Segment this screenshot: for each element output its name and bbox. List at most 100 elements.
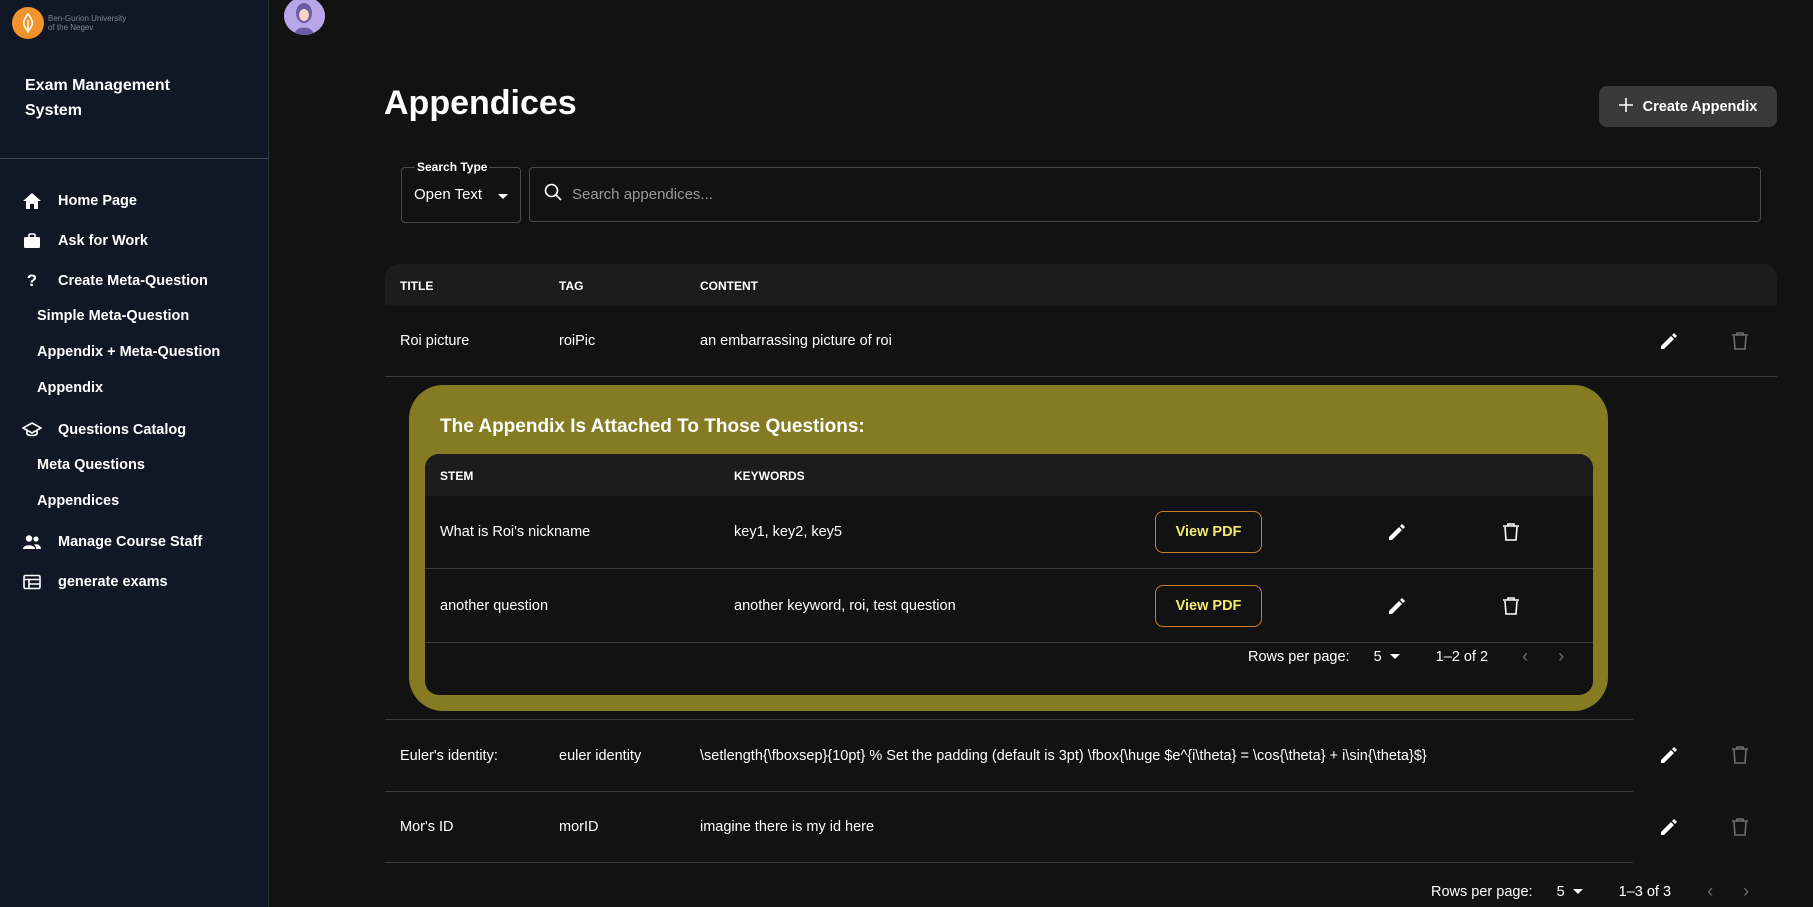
search-type-select[interactable]: Search Type Open Text [401, 160, 521, 223]
people-icon [22, 532, 42, 552]
row-divider [385, 376, 1777, 377]
column-header-stem[interactable]: STEM [440, 469, 473, 483]
row-divider [385, 862, 1633, 863]
column-header-keywords[interactable]: KEYWORDS [734, 469, 805, 483]
sidebar-item-label: Questions Catalog [58, 422, 187, 438]
row-tag: roiPic [559, 333, 596, 349]
edit-icon[interactable] [1655, 327, 1683, 355]
page-title: Appendices [384, 84, 577, 122]
rows-per-page-select[interactable]: 5 [1557, 884, 1583, 900]
delete-icon[interactable] [1726, 741, 1754, 769]
view-pdf-button[interactable]: View PDF [1155, 585, 1262, 627]
graduation-cap-icon [22, 420, 42, 440]
table-row[interactable]: Mor's ID morID imagine there is my id he… [385, 792, 1777, 862]
caret-down-icon [1389, 654, 1400, 659]
previous-page-icon[interactable]: ‹ [1707, 881, 1713, 902]
column-header-title[interactable]: TITLE [400, 279, 433, 293]
search-icon [544, 183, 562, 206]
rows-per-page-value: 5 [1373, 648, 1382, 665]
table-row[interactable]: Roi picture roiPic an embarrassing pictu… [385, 306, 1777, 376]
table-row[interactable]: Euler's identity: euler identity \setlen… [385, 720, 1777, 791]
create-appendix-button[interactable]: Create Appendix [1599, 86, 1777, 127]
user-avatar[interactable] [284, 0, 325, 35]
university-logo[interactable]: Ben-Gurion University of the Negev [12, 7, 138, 39]
question-stem: another question [440, 598, 549, 614]
sidebar-item-label: Home Page [58, 193, 137, 209]
row-title: Euler's identity: [400, 747, 498, 764]
sidebar-item-label: Manage Course Staff [58, 534, 203, 550]
question-stem: What is Roi's nickname [440, 524, 591, 540]
sidebar: Ben-Gurion University of the Negev Exam … [0, 0, 269, 907]
edit-icon[interactable] [1655, 741, 1683, 769]
row-content: \setlength{\fboxsep}{10pt} % Set the pad… [700, 747, 1427, 764]
rows-per-page-label: Rows per page: [1431, 883, 1533, 900]
logo-line-2: of the Negev [48, 23, 94, 32]
edit-icon[interactable] [1383, 518, 1411, 546]
sidebar-item-questions-catalog[interactable]: Questions Catalog [22, 420, 186, 440]
table-row[interactable]: What is Roi's nickname key1, key2, key5 … [425, 496, 1593, 569]
plus-icon [1618, 97, 1633, 116]
sidebar-item-label: Ask for Work [58, 233, 148, 249]
sidebar-item-manage-course-staff[interactable]: Manage Course Staff [22, 532, 202, 552]
sidebar-divider [0, 158, 268, 159]
caret-down-icon [498, 194, 508, 199]
view-pdf-button[interactable]: View PDF [1155, 511, 1262, 553]
pagination-range: 1–3 of 3 [1618, 883, 1672, 900]
sidebar-item-generate-exams[interactable]: generate exams [22, 572, 168, 592]
row-content: an embarrassing picture of roi [700, 333, 892, 349]
calendar-view-icon [22, 572, 42, 592]
question-mark-icon: ? [26, 271, 38, 290]
app-title: Exam Management System [25, 77, 170, 119]
next-page-icon[interactable]: › [1558, 646, 1564, 667]
pagination-range: 1–2 of 2 [1435, 648, 1489, 665]
table-row[interactable]: another question another keyword, roi, t… [425, 570, 1593, 643]
sidebar-item-create-meta-question[interactable]: ? Create Meta-Question [22, 271, 208, 291]
bgu-logo-icon [12, 7, 44, 39]
sidebar-item-home[interactable]: Home Page [22, 191, 137, 211]
sidebar-item-appendices[interactable]: Appendices [37, 493, 119, 509]
sidebar-item-appendix[interactable]: Appendix [37, 380, 103, 396]
sidebar-item-simple-meta-question[interactable]: Simple Meta-Question [37, 308, 189, 324]
delete-icon[interactable] [1497, 518, 1525, 546]
logo-line-1: Ben-Gurion University [48, 14, 127, 23]
attached-questions-table: STEM KEYWORDS What is Roi's nickname key… [425, 454, 1593, 695]
delete-icon[interactable] [1726, 813, 1754, 841]
question-keywords: another keyword, roi, test question [734, 598, 956, 614]
column-header-content[interactable]: CONTENT [700, 279, 758, 293]
rows-per-page-select[interactable]: 5 [1374, 649, 1400, 665]
row-title: Roi picture [400, 333, 470, 349]
sidebar-item-appendix-meta-question[interactable]: Appendix + Meta-Question [37, 344, 220, 360]
row-content: imagine there is my id here [700, 819, 875, 835]
question-keywords: key1, key2, key5 [734, 524, 842, 540]
sidebar-item-meta-questions[interactable]: Meta Questions [37, 457, 145, 473]
appendices-table-header: TITLE TAG CONTENT [385, 264, 1777, 306]
delete-icon[interactable] [1726, 327, 1754, 355]
delete-icon[interactable] [1497, 592, 1525, 620]
attached-panel-title: The Appendix Is Attached To Those Questi… [440, 416, 865, 437]
row-title: Mor's ID [400, 819, 454, 835]
edit-icon[interactable] [1655, 813, 1683, 841]
column-header-tag[interactable]: TAG [559, 279, 583, 293]
sidebar-item-label: Create Meta-Question [58, 273, 208, 289]
logo-text: Ben-Gurion University of the Negev [48, 14, 138, 32]
next-page-icon[interactable]: › [1743, 881, 1749, 902]
attached-table-header: STEM KEYWORDS [425, 454, 1593, 496]
home-icon [22, 191, 42, 211]
edit-icon[interactable] [1383, 592, 1411, 620]
caret-down-icon [1572, 889, 1583, 894]
briefcase-icon [22, 231, 42, 251]
search-type-value: Open Text [414, 186, 483, 203]
appendices-pagination: Rows per page: 5 1–3 of 3 ‹ › [1431, 881, 1749, 902]
search-field[interactable] [529, 167, 1761, 222]
row-tag: morID [559, 819, 599, 835]
sidebar-item-ask-for-work[interactable]: Ask for Work [22, 231, 148, 251]
row-tag: euler identity [559, 747, 642, 764]
search-input[interactable] [572, 186, 1722, 203]
rows-per-page-value: 5 [1556, 883, 1565, 900]
create-appendix-label: Create Appendix [1642, 98, 1758, 115]
sidebar-item-label: generate exams [58, 574, 168, 590]
attached-pagination: Rows per page: 5 1–2 of 2 ‹ › [1248, 646, 1564, 667]
search-type-label: Search Type [415, 160, 490, 174]
previous-page-icon[interactable]: ‹ [1522, 646, 1528, 667]
attached-questions-panel: The Appendix Is Attached To Those Questi… [409, 385, 1608, 711]
